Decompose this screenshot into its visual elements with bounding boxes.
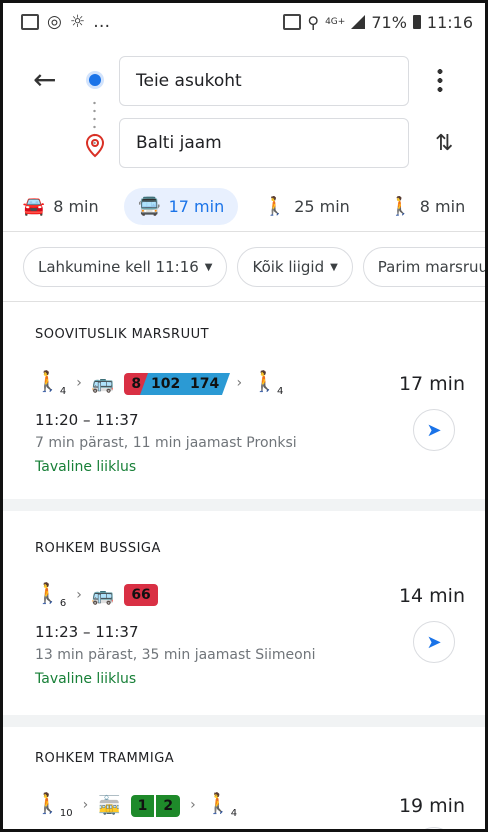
caret-down-icon: ▼	[330, 261, 338, 273]
chip-best-route[interactable]: Parim marsruut	[362, 247, 488, 287]
route-steps: 🚶10 › 🚋 12 › 🚶4	[35, 791, 237, 819]
walk-icon: 🚶	[263, 195, 287, 217]
walk-icon: 🚶4	[205, 791, 238, 819]
mode-label: 25 min	[294, 196, 350, 216]
route-steps: 🚶6 › 🚌 66	[35, 581, 158, 609]
line-badge: 2	[156, 794, 181, 817]
phone-screen: ◎ ☼ … ⚲ 4G+ 71% 11:16 ← Teie asukoht Bal…	[0, 0, 488, 832]
origin-dot-icon	[89, 74, 101, 86]
mode-tab-drive[interactable]: 🚘 8 min	[9, 188, 113, 225]
ride-icon: 🚶	[389, 195, 412, 217]
chevron-right-icon: ›	[76, 587, 82, 603]
chip-label: Parim marsruut	[377, 258, 488, 276]
destination-field[interactable]: Balti jaam	[119, 118, 409, 168]
car-icon: 🚘	[22, 195, 46, 217]
travel-mode-tabs: 🚘 8 min 🚍 17 min 🚶 25 min 🚶 8 min	[3, 181, 485, 231]
back-arrow-icon[interactable]: ←	[33, 63, 56, 96]
chevron-right-icon: ›	[76, 375, 82, 391]
route-duration: 17 min	[398, 373, 465, 395]
mode-tab-ride[interactable]: 🚶 8 min	[375, 188, 479, 225]
route-heading: ROHKEM TRAMMIGA	[35, 751, 175, 766]
walk-minutes: 4	[59, 386, 67, 397]
chevron-right-icon: ›	[190, 797, 196, 813]
line-badge: 1	[130, 794, 155, 817]
route-card[interactable]: ROHKEM TRAMMIGA 🚶10 › 🚋 12 › 🚶4 19 min ➤	[3, 727, 485, 829]
mode-tab-transit[interactable]: 🚍 17 min	[124, 187, 239, 225]
line-badge: 174	[179, 372, 231, 395]
line-badge: 66	[124, 584, 158, 606]
gallery-icon	[21, 14, 39, 30]
route-times: 11:20 – 11:37	[35, 411, 139, 429]
transit-icon: 🚍	[138, 195, 161, 217]
more-icon: …	[93, 12, 111, 32]
route-duration: 19 min	[398, 795, 465, 817]
battery-icon	[412, 15, 421, 29]
walk-icon: 🚶6	[35, 581, 67, 609]
filter-chips: Lahkumine kell 11:16 ▼ Kõik liigid ▼ Par…	[3, 247, 488, 295]
chevron-right-icon: ›	[82, 797, 89, 813]
mode-tab-walk[interactable]: 🚶 25 min	[250, 188, 364, 225]
caret-down-icon: ▼	[204, 261, 213, 273]
bus-icon: 🚌	[91, 372, 115, 394]
weather-icon: ☼	[69, 12, 86, 32]
battery-saver-icon	[283, 14, 302, 30]
chip-all-modes[interactable]: Kõik liigid ▼	[237, 247, 353, 287]
route-steps: 🚶4 › 🚌 8 102 174 › 🚶4	[35, 369, 283, 397]
route-separator	[3, 499, 485, 511]
navigation-arrow-icon[interactable]: ➤	[413, 621, 455, 663]
mode-label: 8 min	[53, 196, 99, 216]
directions-header: ← Teie asukoht Balti jaam ⇅	[3, 41, 485, 181]
route-description: 13 min pärast, 35 min jaamast Siimeoni	[35, 647, 316, 663]
walk-minutes: 6	[59, 598, 67, 609]
traffic-status: Tavaline liiklus	[35, 671, 137, 687]
chevron-right-icon: ›	[236, 375, 243, 391]
swap-direction-icon[interactable]: ⇅	[435, 131, 453, 156]
clock: 11:16	[426, 12, 473, 32]
chip-departure-time[interactable]: Lahkumine kell 11:16 ▼	[23, 247, 228, 287]
walk-minutes: 4	[277, 386, 284, 397]
chip-label: Kõik liigid	[252, 258, 325, 276]
line-badges: 8 102 174	[124, 372, 231, 395]
route-card[interactable]: ROHKEM BUSSIGA 🚶6 › 🚌 66 14 min 11:23 – …	[3, 511, 485, 715]
tram-icon: 🚋	[98, 794, 121, 816]
status-left-icons: ◎ ☼ …	[21, 12, 110, 32]
divider	[3, 231, 485, 232]
walk-minutes: 4	[230, 808, 238, 819]
walk-minutes: 10	[59, 808, 73, 819]
route-description: 7 min pärast, 11 min jaamast Pronksi	[35, 435, 297, 451]
navigation-arrow-icon[interactable]: ➤	[413, 827, 455, 829]
more-options-icon[interactable]	[437, 67, 443, 93]
divider	[3, 301, 485, 302]
mode-label: 17 min	[168, 196, 225, 216]
bus-icon: 🚌	[91, 584, 115, 606]
walk-icon: 🚶10	[35, 791, 73, 819]
network-type: 4G+	[325, 17, 346, 27]
instagram-icon: ◎	[47, 12, 62, 32]
battery-percent: 71%	[371, 12, 407, 32]
line-badges: 12	[130, 794, 181, 817]
route-card[interactable]: SOOVITUSLIK MARSRUUT 🚶4 › 🚌 8 102 174 › 🚶4…	[3, 303, 485, 499]
destination-pin-icon	[85, 134, 105, 158]
chip-label: Lahkumine kell 11:16	[38, 258, 199, 276]
route-duration: 14 min	[398, 585, 465, 607]
route-separator	[3, 715, 485, 727]
walk-icon: 🚶4	[252, 369, 284, 397]
walk-icon: 🚶4	[35, 369, 67, 397]
signal-icon	[351, 15, 366, 29]
mode-label: 8 min	[419, 196, 466, 216]
route-heading: ROHKEM BUSSIGA	[35, 541, 161, 556]
traffic-status: Tavaline liiklus	[35, 459, 137, 475]
location-icon: ⚲	[307, 12, 320, 32]
status-bar: ◎ ☼ … ⚲ 4G+ 71% 11:16	[3, 3, 485, 41]
status-right-icons: ⚲ 4G+ 71% 11:16	[283, 13, 473, 32]
route-heading: SOOVITUSLIK MARSRUUT	[35, 327, 210, 342]
route-times: 11:23 – 11:37	[35, 623, 139, 641]
origin-field[interactable]: Teie asukoht	[119, 56, 409, 106]
navigation-arrow-icon[interactable]: ➤	[413, 409, 455, 451]
